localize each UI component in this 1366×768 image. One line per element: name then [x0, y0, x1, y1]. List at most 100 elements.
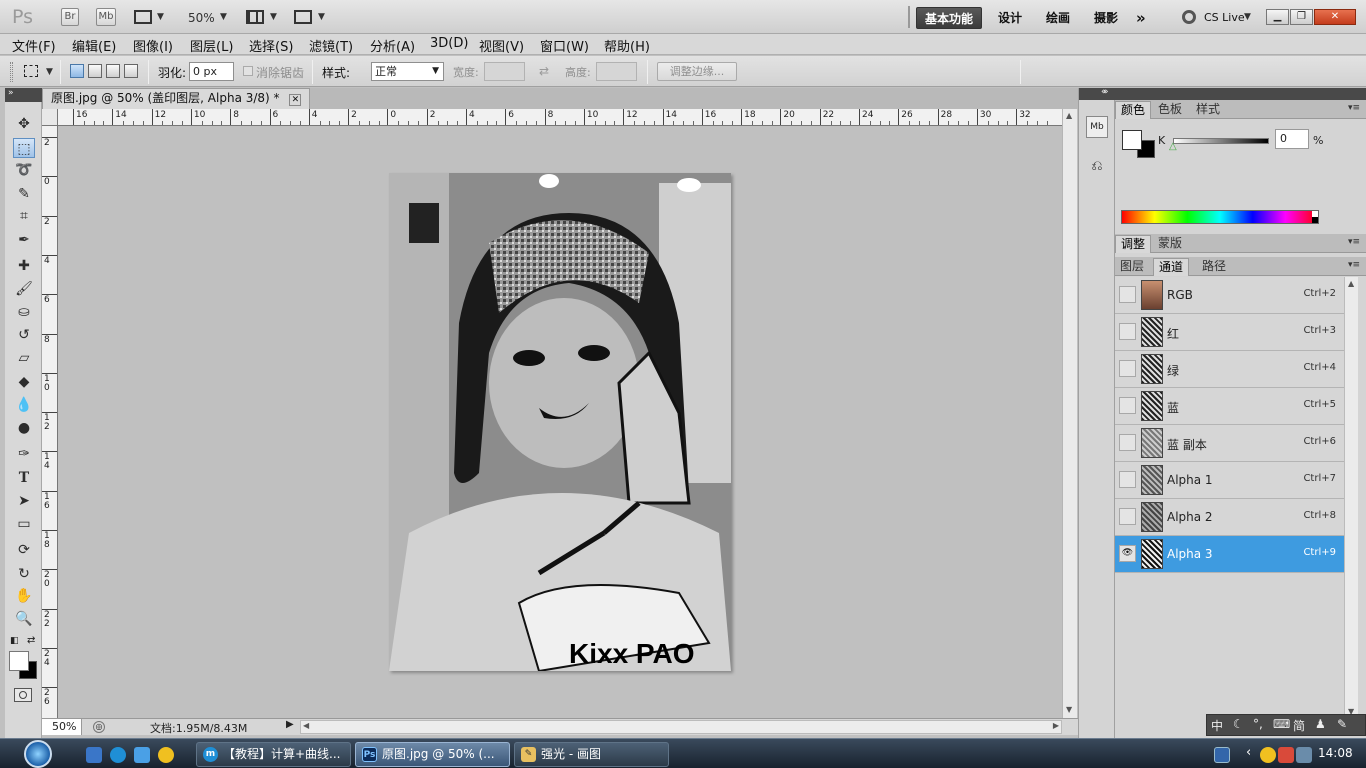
tab-paths[interactable]: 路径 [1197, 258, 1231, 276]
menu-filter[interactable]: 滤镜(T) [309, 36, 353, 55]
minibridge-button[interactable]: Mb [96, 8, 116, 26]
ime-mode-icon[interactable]: 中 [1211, 717, 1223, 734]
cs-live-caret-icon[interactable]: ▼ [1244, 12, 1251, 22]
clone-stamp-tool-icon[interactable]: ⛀ [13, 302, 35, 322]
document-canvas[interactable]: Kixx PAO [58, 126, 1062, 718]
collapse-tools-icon[interactable]: » [8, 88, 14, 98]
cs-live-icon[interactable] [1182, 10, 1196, 24]
quicklaunch-app-icon[interactable] [134, 747, 150, 763]
arrange-caret-icon[interactable]: ▼ [270, 12, 277, 22]
ime-simplified-icon[interactable]: 简 [1293, 717, 1305, 734]
cs-live-button[interactable]: CS Live [1204, 11, 1245, 24]
taskbar-item-paint[interactable]: ✎ 强光 - 画图 [514, 742, 669, 767]
document-tab[interactable]: 原图.jpg @ 50% (盖印图层, Alpha 3/8) * ✕ [42, 88, 311, 109]
scroll-right-icon[interactable]: ▶ [1053, 721, 1059, 730]
dodge-tool-icon[interactable]: ● [13, 418, 35, 438]
quicklaunch-maxthon-icon[interactable] [110, 747, 126, 763]
menu-3d[interactable]: 3D(D) [430, 36, 468, 51]
ime-moon-icon[interactable]: ☾ [1233, 717, 1244, 731]
adjustments-panel-menu-icon[interactable]: ▾≡ [1348, 237, 1360, 247]
taskbar-item-browser[interactable]: m 【教程】计算+曲线... [196, 742, 351, 767]
options-grip[interactable] [10, 62, 13, 82]
refine-edge-button[interactable]: 调整边缘... [657, 62, 737, 81]
horizontal-scrollbar[interactable]: ◀ ▶ [300, 720, 1062, 734]
crop-tool-icon[interactable]: ⌗ [13, 206, 35, 226]
brush-tool-icon[interactable]: 🖌 [13, 279, 35, 299]
height-input[interactable] [596, 62, 637, 81]
ime-toolbar[interactable]: 中 ☾ °, ⌨ 简 ♟ ✎ [1206, 714, 1366, 736]
type-tool-icon[interactable]: T [13, 468, 35, 488]
channel-row[interactable]: 红 Ctrl+3 [1115, 314, 1344, 351]
more-workspaces-icon[interactable]: » [1128, 7, 1154, 29]
scroll-down-icon[interactable]: ▼ [1066, 705, 1072, 714]
quicklaunch-qq-icon[interactable] [158, 747, 174, 763]
view-extras-caret-icon[interactable]: ▼ [157, 12, 164, 22]
swap-colors-icon[interactable]: ⇄ [27, 635, 35, 646]
lasso-tool-icon[interactable]: ➰ [13, 160, 35, 180]
channels-panel-menu-icon[interactable]: ▾≡ [1348, 260, 1360, 270]
visibility-eye-icon[interactable]: 👁 [1119, 545, 1136, 562]
blur-tool-icon[interactable]: 💧 [13, 395, 35, 415]
menu-analysis[interactable]: 分析(A) [370, 36, 415, 55]
workspace-design[interactable]: 设计 [990, 7, 1030, 29]
marquee-tool-icon[interactable]: ⬚ [13, 138, 35, 158]
channel-row[interactable]: 蓝 副本 Ctrl+6 [1115, 425, 1344, 462]
strip-header[interactable]: « [1079, 87, 1115, 100]
color-slider-thumb-icon[interactable]: △ [1169, 141, 1177, 152]
tab-swatches[interactable]: 色板 [1153, 101, 1187, 119]
zoom-level-select[interactable]: 50% [188, 11, 215, 25]
arrange-documents-icon[interactable] [246, 10, 264, 24]
channel-row[interactable]: 蓝 Ctrl+5 [1115, 388, 1344, 425]
start-button[interactable] [24, 740, 52, 768]
hand-tool-icon[interactable]: ✋ [13, 586, 35, 606]
3d-rotate-tool-icon[interactable]: ⟳ [13, 540, 35, 560]
zoom-caret-icon[interactable]: ▼ [220, 12, 227, 22]
tab-color[interactable]: 颜色 [1115, 101, 1152, 119]
tab-channels[interactable]: 通道 [1153, 258, 1190, 276]
rect-marquee-preset-icon[interactable] [24, 65, 38, 77]
channel-row[interactable]: Alpha 1 Ctrl+7 [1115, 462, 1344, 499]
pen-tool-icon[interactable]: ✑ [13, 444, 35, 464]
screen-mode-icon[interactable] [294, 10, 312, 24]
visibility-toggle[interactable] [1119, 286, 1136, 303]
menu-select[interactable]: 选择(S) [249, 36, 293, 55]
healing-brush-tool-icon[interactable]: ✚ [13, 256, 35, 276]
visibility-toggle[interactable] [1119, 471, 1136, 488]
color-slider[interactable] [1173, 138, 1269, 144]
path-selection-tool-icon[interactable]: ➤ [13, 491, 35, 511]
style-select[interactable]: 正常 ▼ [371, 62, 444, 81]
move-tool-icon[interactable]: ✥ [13, 114, 35, 134]
channel-row[interactable]: 绿 Ctrl+4 [1115, 351, 1344, 388]
visibility-toggle[interactable] [1119, 508, 1136, 525]
taskbar-item-photoshop[interactable]: Ps 原图.jpg @ 50% (... [355, 742, 510, 767]
color-panel-foreground-swatch[interactable] [1122, 130, 1142, 150]
foreground-color-swatch[interactable] [9, 651, 29, 671]
paint-bucket-tool-icon[interactable]: ◆ [13, 372, 35, 392]
visibility-toggle[interactable] [1119, 360, 1136, 377]
close-document-icon[interactable]: ✕ [289, 94, 302, 106]
ime-keyboard-icon[interactable]: ⌨ [1273, 717, 1290, 731]
tool-preset-caret-icon[interactable]: ▼ [46, 67, 53, 77]
vertical-scrollbar[interactable]: ▲ ▼ [1062, 109, 1077, 718]
tray-clock[interactable]: 14:08 [1318, 746, 1353, 760]
tray-app-icon[interactable] [1278, 747, 1294, 763]
workspace-painting[interactable]: 绘画 [1038, 7, 1078, 29]
tray-network-icon[interactable] [1296, 747, 1312, 763]
ime-user-icon[interactable]: ♟ [1315, 717, 1326, 731]
history-panel-icon[interactable]: ⎌ [1086, 158, 1108, 180]
horizontal-ruler[interactable]: 16 14 12 10 8 6 4 2 0 2 4 6 8 10 12 14 16 18 20 22 24 26 28 30 3… [58, 109, 1062, 126]
menu-edit[interactable]: 编辑(E) [72, 36, 116, 55]
quick-selection-tool-icon[interactable]: ✎ [13, 184, 35, 204]
width-input[interactable] [484, 62, 525, 81]
tray-ime-icon[interactable] [1214, 747, 1230, 763]
tab-styles[interactable]: 样式 [1191, 101, 1225, 119]
visibility-toggle[interactable] [1119, 323, 1136, 340]
status-menu-icon[interactable]: ▶ [286, 719, 298, 734]
spectrum-black-swatch[interactable] [1312, 217, 1318, 223]
menu-file[interactable]: 文件(F) [12, 36, 56, 55]
channel-row-selected[interactable]: 👁 Alpha 3 Ctrl+9 [1115, 536, 1344, 573]
add-to-selection-icon[interactable] [88, 64, 102, 78]
channels-scrollbar[interactable]: ▲ ▼ [1344, 277, 1358, 721]
dock-header[interactable]: » [1103, 87, 1366, 100]
bridge-button[interactable]: Br [61, 8, 79, 26]
